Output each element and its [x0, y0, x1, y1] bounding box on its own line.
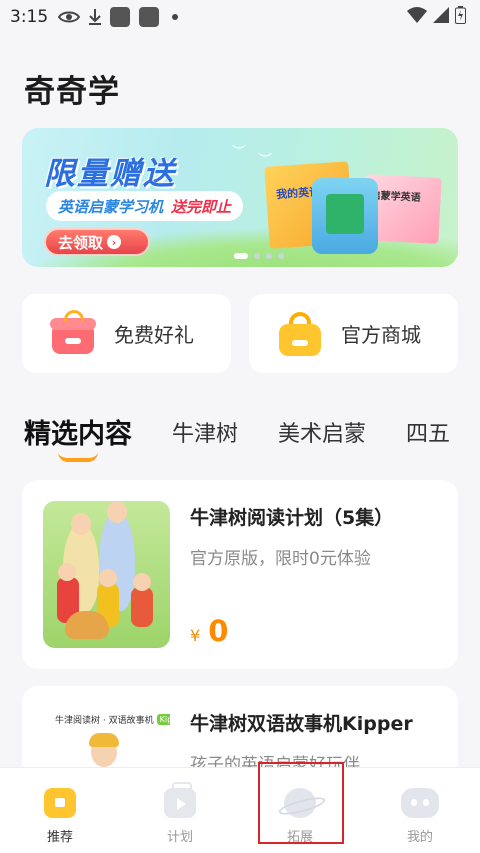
category-tabs: 精选内容 牛津树 美术启蒙 四五 [24, 410, 480, 466]
free-gift-card[interactable]: 免费好礼 [22, 294, 231, 373]
price: ¥ 0 [190, 614, 228, 648]
oxford-family-thumbnail [43, 501, 170, 648]
status-time: 3:15 [10, 7, 49, 27]
nav-plan-label: 计划 [166, 830, 193, 845]
tv-play-icon [164, 782, 196, 818]
bird-icon: ︶ [232, 145, 246, 161]
dog-figure [65, 611, 109, 639]
gift-icon [50, 309, 96, 356]
learning-device-image [312, 178, 378, 254]
banner-subtitle-limited: 送完即止 [171, 197, 232, 216]
signal-icon [433, 6, 449, 28]
thumbnail-caption-text: 牛津阅读树 · 双语故事机 [55, 716, 154, 726]
battery-icon [455, 5, 466, 29]
home-star-icon [44, 788, 76, 818]
banner-subtitle-product: 英语启蒙学习机 [58, 197, 164, 216]
app-square-icon [139, 7, 160, 27]
official-store-card[interactable]: 官方商城 [249, 294, 458, 373]
tab-oxford-tree-label: 牛津树 [172, 422, 239, 447]
content-card[interactable]: 牛津树阅读计划（5集） 官方原版，限时0元体验 ¥ 0 [22, 480, 458, 669]
free-gift-label: 免费好礼 [114, 323, 194, 347]
tab-more[interactable]: 四五 [406, 410, 450, 448]
content-title: 牛津树双语故事机Kipper [190, 713, 413, 735]
banner-subtitle: 英语启蒙学习机 送完即止 [46, 191, 244, 221]
price-value: 0 [208, 614, 229, 648]
wifi-icon [407, 6, 427, 28]
thumbnail-tag: Kipper [156, 714, 170, 725]
tab-oxford-tree[interactable]: 牛津树 [172, 410, 238, 448]
carousel-dot-active [234, 253, 248, 259]
nav-mine[interactable]: 我的 [360, 768, 480, 853]
banner-headline: 限量赠送 [44, 156, 176, 192]
shopping-bag-icon [279, 311, 323, 356]
thumbnail-caption: 牛津阅读树 · 双语故事机 Kipper [55, 713, 170, 726]
content-description: 官方原版，限时0元体验 [190, 549, 371, 569]
banner-claim-button[interactable]: 去领取 › [44, 228, 150, 256]
nav-explore-label: 拓展 [286, 830, 313, 845]
nav-recommend-label: 推荐 [46, 830, 73, 845]
chevron-right-icon: › [107, 235, 122, 249]
nav-plan[interactable]: 计划 [120, 768, 240, 853]
carousel-dot [266, 253, 272, 259]
tab-featured-label: 精选内容 [24, 419, 132, 450]
robot-face-icon [401, 788, 439, 818]
tab-more-label: 四五 [406, 422, 451, 447]
status-bar: 3:15 [0, 0, 480, 34]
banner-claim-label: 去领取 [58, 233, 104, 252]
nav-mine-label: 我的 [406, 830, 433, 845]
app-square-icon [110, 7, 131, 27]
nav-recommend[interactable]: 推荐 [0, 768, 120, 853]
official-store-label: 官方商城 [341, 323, 421, 347]
tab-art[interactable]: 美术启蒙 [278, 410, 366, 448]
promo-banner[interactable]: ︶ ︶ 限量赠送 英语启蒙学习机 送完即止 去领取 › 我的英语 启蒙学英语 [22, 128, 458, 267]
carousel-dot [254, 253, 260, 259]
carousel-dot [278, 253, 284, 259]
download-icon [88, 8, 102, 26]
page-title: 奇奇学 [24, 74, 120, 110]
dot-icon [172, 14, 179, 20]
eye-icon [58, 10, 81, 24]
content-title: 牛津树阅读计划（5集） [190, 507, 394, 529]
carousel-indicator [234, 253, 284, 259]
tab-art-label: 美术启蒙 [278, 422, 367, 447]
currency-symbol: ¥ [190, 626, 201, 645]
planet-icon [284, 788, 316, 818]
tab-active-indicator [58, 452, 98, 462]
tab-featured[interactable]: 精选内容 [24, 410, 132, 462]
bottom-nav: 推荐 计划 拓展 我的 [0, 767, 480, 853]
nav-explore[interactable]: 拓展 [240, 768, 360, 853]
device-screen [326, 194, 364, 234]
